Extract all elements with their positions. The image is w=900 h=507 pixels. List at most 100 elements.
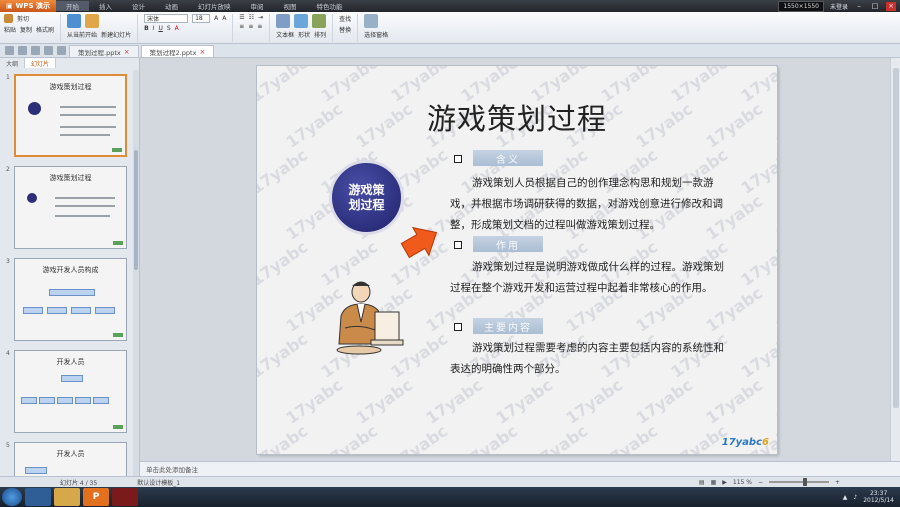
indent-icon[interactable]: ⇥ <box>258 14 263 21</box>
zoom-slider[interactable] <box>768 478 829 486</box>
minimize-icon[interactable]: – <box>854 2 864 11</box>
menu-home[interactable]: 开始 <box>55 1 89 11</box>
cut-button[interactable]: 剪切 <box>17 14 29 23</box>
strike-icon[interactable]: S <box>167 25 171 32</box>
maximize-icon[interactable]: □ <box>870 2 880 11</box>
doc-tab-1[interactable]: 策划过程.pptx × <box>69 45 139 57</box>
watermark-text: 17yabc <box>257 145 312 198</box>
browser-icon[interactable] <box>25 488 51 506</box>
normal-view-icon[interactable]: ▤ <box>699 479 705 486</box>
slide-thumbnail-4[interactable]: 开发人员 <box>14 350 127 433</box>
wps-presentation-icon[interactable]: P <box>83 488 109 506</box>
from-current-button[interactable]: 从当前开始 <box>67 30 97 39</box>
save-icon[interactable] <box>31 46 40 55</box>
slide-thumbnail-2[interactable]: 游戏策划过程 <box>14 166 127 249</box>
section-text-3[interactable]: 游戏策划过程需要考虑的内容主要包括内容的系统性和表达的明确性两个部分。 <box>450 338 734 380</box>
close-tab-icon[interactable]: × <box>199 48 205 56</box>
font-group: 宋体 18 A A B I U S A <box>144 14 234 42</box>
shapes-icon[interactable] <box>294 14 309 28</box>
sorter-view-icon[interactable]: ▦ <box>711 479 717 486</box>
align-right-icon[interactable]: ≡ <box>257 23 262 30</box>
format-painter-button[interactable]: 格式刷 <box>36 25 54 34</box>
menu-design[interactable]: 设计 <box>122 1 155 11</box>
record-icon[interactable] <box>112 488 138 506</box>
account-status[interactable]: 未登录 <box>830 2 848 11</box>
tab-outline[interactable]: 大纲 <box>0 58 26 68</box>
doc-tab-2[interactable]: 策划过程2.pptx × <box>140 45 215 57</box>
paragraph-group: ☰ ☷ ⇥ ≡ ≡ ≡ <box>239 14 271 42</box>
new-slide-button[interactable]: 新建幻灯片 <box>101 30 131 39</box>
play-view-icon[interactable]: ▶ <box>722 479 727 486</box>
volume-icon[interactable]: ♪ <box>853 494 857 501</box>
undo-icon[interactable] <box>44 46 53 55</box>
bullets-icon[interactable]: ☰ <box>239 14 244 21</box>
font-size-select[interactable]: 18 <box>192 14 211 23</box>
select-pane-icon[interactable] <box>364 14 379 28</box>
menu-insert[interactable]: 插入 <box>89 1 122 11</box>
paste-icon[interactable] <box>4 14 13 23</box>
replace-button[interactable]: 替换 <box>339 25 351 34</box>
notes-pane[interactable]: 单击此处添加备注 <box>140 461 900 476</box>
redo-icon[interactable] <box>57 46 66 55</box>
menu-animation[interactable]: 动画 <box>155 1 188 11</box>
start-button-icon[interactable] <box>2 488 22 506</box>
italic-icon[interactable]: I <box>153 25 155 32</box>
watermark-text: 17yabc <box>457 421 522 454</box>
font-color-icon[interactable]: A <box>175 25 179 32</box>
watermark-text: 17yabc <box>257 421 312 454</box>
paste-button[interactable]: 粘贴 <box>4 25 16 34</box>
underline-icon[interactable]: U <box>158 25 162 32</box>
slide[interactable]: 17yabc 17yabc 17yabc 17yabc 17yabc 17yabc 17ya… <box>257 66 777 454</box>
section-heading-3[interactable]: 主要内容 <box>473 318 543 334</box>
canvas-scrollbar[interactable] <box>890 58 900 461</box>
new-slide-icon[interactable] <box>85 14 100 28</box>
menu-slideshow[interactable]: 幻灯片放映 <box>188 1 241 11</box>
app-menu-button[interactable]: ▣ WPS 演示 <box>0 0 56 12</box>
arrange-icon[interactable] <box>312 14 327 28</box>
open-file-icon[interactable] <box>18 46 27 55</box>
menu-view[interactable]: 视图 <box>273 1 306 11</box>
align-left-icon[interactable]: ≡ <box>239 23 244 30</box>
slide-thumbnail-3[interactable]: 游戏开发人员构成 <box>14 258 127 341</box>
arrange-button[interactable]: 排列 <box>314 30 326 39</box>
menu-review[interactable]: 审阅 <box>240 1 273 11</box>
slide-title[interactable]: 游戏策划过程 <box>257 96 777 138</box>
select-pane-button[interactable]: 选择窗格 <box>364 30 388 39</box>
copy-button[interactable]: 复制 <box>20 25 32 34</box>
zoom-out-icon[interactable]: − <box>758 479 763 486</box>
topic-circle[interactable]: 游戏策划过程 <box>329 160 404 235</box>
slideshow-icon[interactable] <box>67 14 82 28</box>
watermark-text: 17yabc <box>737 145 777 198</box>
panel-scrollbar[interactable] <box>133 70 139 487</box>
bold-icon[interactable]: B <box>144 25 149 32</box>
section-heading-2[interactable]: 作用 <box>473 236 543 252</box>
watermark-text: 17yabc <box>257 237 312 290</box>
clipboard-group: 剪切 粘贴 复制 格式刷 <box>4 14 62 42</box>
ribbon-toolbar: 剪切 粘贴 复制 格式刷 从当前开始 新建幻灯片 宋体 18 A A B I U… <box>0 12 900 44</box>
window-info: 1550×1550 <box>778 0 824 12</box>
network-icon[interactable]: ▲ <box>843 494 848 501</box>
tab-slides[interactable]: 幻灯片 <box>25 58 57 68</box>
slide-panel: 大纲 幻灯片 1 游戏策划过程 2 游戏策划过程 3 游戏开发人员构成 4 开发… <box>0 58 140 487</box>
shrink-font-icon[interactable]: A <box>222 15 226 22</box>
close-tab-icon[interactable]: × <box>124 48 130 56</box>
text-box-button[interactable]: 文本框 <box>276 30 294 39</box>
section-text-1[interactable]: 游戏策划人员根据自己的创作理念构思和规划一款游戏，并根据市场调研获得的数据，对游… <box>450 173 734 236</box>
folder-icon[interactable] <box>54 488 80 506</box>
zoom-in-icon[interactable]: + <box>835 479 840 486</box>
close-icon[interactable]: × <box>886 1 896 11</box>
text-box-icon[interactable] <box>276 14 291 28</box>
menu-features[interactable]: 特色功能 <box>306 1 352 11</box>
section-text-2[interactable]: 游戏策划过程是说明游戏做成什么样的过程。游戏策划过程在整个游戏开发和运营过程中起… <box>450 257 734 299</box>
numbering-icon[interactable]: ☷ <box>249 14 254 21</box>
shapes-button[interactable]: 形状 <box>298 30 310 39</box>
grow-font-icon[interactable]: A <box>214 15 218 22</box>
new-file-icon[interactable] <box>5 46 14 55</box>
align-center-icon[interactable]: ≡ <box>248 23 253 30</box>
zoom-level[interactable]: 115 % <box>733 479 752 486</box>
find-button[interactable]: 查找 <box>339 14 351 23</box>
slide-thumbnail-1[interactable]: 游戏策划过程 <box>14 74 127 157</box>
clock[interactable]: 23:37 2012/5/14 <box>863 490 894 504</box>
font-name-select[interactable]: 宋体 <box>144 14 189 23</box>
section-heading-1[interactable]: 含义 <box>473 150 543 166</box>
